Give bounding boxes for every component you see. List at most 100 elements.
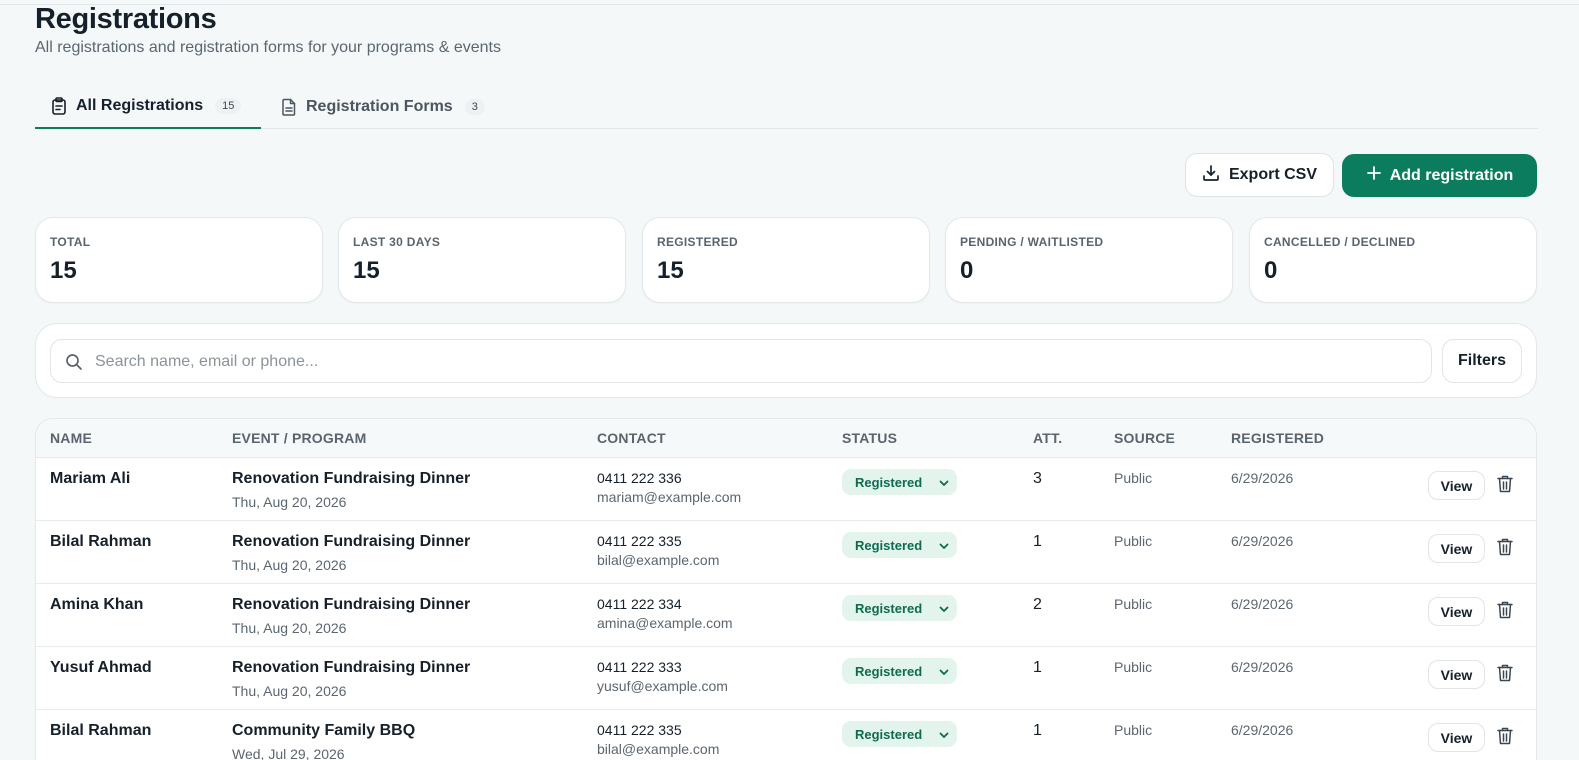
status-dropdown[interactable]: Registered <box>842 532 957 558</box>
registered-date: 6/29/2026 <box>1231 722 1294 738</box>
status-label: Registered <box>855 474 923 490</box>
table-row: Bilal Rahman Community Family BBQ Wed, J… <box>36 710 1536 760</box>
stat-value: 15 <box>657 257 684 284</box>
export-csv-button[interactable]: Export CSV <box>1185 153 1334 197</box>
registrant-name: Mariam Ali <box>50 470 131 487</box>
tab-registration-forms-label: Registration Forms <box>306 97 453 115</box>
add-registration-button[interactable]: Add registration <box>1342 154 1537 197</box>
registrant-name: Amina Khan <box>50 596 144 613</box>
table-row: Yusuf Ahmad Renovation Fundraising Dinne… <box>36 647 1536 710</box>
registrant-name: Yusuf Ahmad <box>50 659 152 676</box>
stat-label: CANCELLED / DECLINED <box>1264 235 1416 249</box>
stat-card-total: TOTAL 15 <box>35 217 323 303</box>
page-title: Registrations <box>35 3 217 35</box>
status-dropdown[interactable]: Registered <box>842 595 957 621</box>
attendee-count: 2 <box>1033 596 1042 613</box>
registration-source: Public <box>1114 470 1153 486</box>
search-card: Filters <box>35 323 1537 398</box>
trash-icon[interactable] <box>1496 474 1514 494</box>
column-header-registered: REGISTERED <box>1231 430 1325 446</box>
trash-icon[interactable] <box>1496 663 1514 683</box>
trash-icon[interactable] <box>1496 600 1514 620</box>
event-name: Renovation Fundraising Dinner <box>232 659 471 676</box>
clipboard-icon <box>51 96 67 115</box>
tab-count-badge: 15 <box>215 97 242 114</box>
contact-phone: 0411 222 334 <box>597 596 682 612</box>
column-header-contact: CONTACT <box>597 430 666 446</box>
event-date: Thu, Aug 20, 2026 <box>232 683 347 699</box>
download-icon <box>1202 164 1220 187</box>
event-date: Thu, Aug 20, 2026 <box>232 557 347 573</box>
chevron-down-icon <box>938 602 950 620</box>
event-date: Thu, Aug 20, 2026 <box>232 620 347 636</box>
registered-date: 6/29/2026 <box>1231 533 1294 549</box>
search-icon <box>65 353 83 376</box>
registrant-name: Bilal Rahman <box>50 533 152 550</box>
stat-value: 15 <box>50 257 77 284</box>
chevron-down-icon <box>938 665 950 683</box>
stat-value: 15 <box>353 257 380 284</box>
chevron-down-icon <box>938 476 950 494</box>
top-divider <box>0 4 1579 5</box>
column-header-event: EVENT / PROGRAM <box>232 430 367 446</box>
status-dropdown[interactable]: Registered <box>842 721 957 747</box>
contact-phone: 0411 222 335 <box>597 722 682 738</box>
stat-card-registered: REGISTERED 15 <box>642 217 930 303</box>
status-label: Registered <box>855 726 923 742</box>
chevron-down-icon <box>938 539 950 557</box>
contact-phone: 0411 222 336 <box>597 470 682 486</box>
column-header-attendees: ATT. <box>1033 430 1063 446</box>
contact-email: amina@example.com <box>597 615 733 631</box>
registered-date: 6/29/2026 <box>1231 659 1294 675</box>
tab-registration-forms[interactable]: Registration Forms 3 <box>281 84 485 129</box>
attendee-count: 1 <box>1033 533 1042 550</box>
registration-source: Public <box>1114 533 1153 549</box>
registered-date: 6/29/2026 <box>1231 596 1294 612</box>
tab-all-registrations[interactable]: All Registrations 15 <box>35 84 261 129</box>
status-label: Registered <box>855 600 923 616</box>
view-button[interactable]: View <box>1428 471 1485 500</box>
tab-all-registrations-label: All Registrations <box>76 96 204 114</box>
event-name: Renovation Fundraising Dinner <box>232 470 471 487</box>
view-button[interactable]: View <box>1428 597 1485 626</box>
export-csv-label: Export CSV <box>1228 166 1317 183</box>
contact-email: bilal@example.com <box>597 552 720 568</box>
event-name: Renovation Fundraising Dinner <box>232 533 471 550</box>
table-row: Mariam Ali Renovation Fundraising Dinner… <box>36 458 1536 521</box>
column-header-name: NAME <box>50 430 93 446</box>
add-registration-label: Add registration <box>1389 166 1514 184</box>
view-button[interactable]: View <box>1428 534 1485 563</box>
registration-source: Public <box>1114 659 1153 675</box>
contact-email: mariam@example.com <box>597 489 742 505</box>
view-button[interactable]: View <box>1428 660 1485 689</box>
event-name: Renovation Fundraising Dinner <box>232 596 471 613</box>
trash-icon[interactable] <box>1496 726 1514 746</box>
chevron-down-icon <box>938 728 950 746</box>
filters-button[interactable]: Filters <box>1442 339 1522 383</box>
plus-icon <box>1366 165 1382 186</box>
contact-email: bilal@example.com <box>597 741 720 757</box>
stat-label: LAST 30 DAYS <box>353 235 441 249</box>
column-header-status: STATUS <box>842 430 898 446</box>
table-row: Amina Khan Renovation Fundraising Dinner… <box>36 584 1536 647</box>
status-dropdown[interactable]: Registered <box>842 658 957 684</box>
search-input[interactable] <box>95 348 1415 376</box>
status-dropdown[interactable]: Registered <box>842 469 957 495</box>
contact-phone: 0411 222 333 <box>597 659 682 675</box>
stat-label: PENDING / WAITLISTED <box>960 235 1104 249</box>
registration-source: Public <box>1114 722 1153 738</box>
contact-phone: 0411 222 335 <box>597 533 682 549</box>
trash-icon[interactable] <box>1496 537 1514 557</box>
view-button[interactable]: View <box>1428 723 1485 752</box>
attendee-count: 1 <box>1033 659 1042 676</box>
attendee-count: 1 <box>1033 722 1042 739</box>
table-header: NAME EVENT / PROGRAM CONTACT STATUS ATT.… <box>36 419 1536 458</box>
contact-email: yusuf@example.com <box>597 678 728 694</box>
event-date: Thu, Aug 20, 2026 <box>232 494 347 510</box>
attendee-count: 3 <box>1033 470 1042 487</box>
stat-card-cancelled-declined: CANCELLED / DECLINED 0 <box>1249 217 1537 303</box>
registrations-table: NAME EVENT / PROGRAM CONTACT STATUS ATT.… <box>35 418 1537 760</box>
stat-card-pending-waitlisted: PENDING / WAITLISTED 0 <box>945 217 1233 303</box>
registration-source: Public <box>1114 596 1153 612</box>
search-box <box>50 339 1432 383</box>
